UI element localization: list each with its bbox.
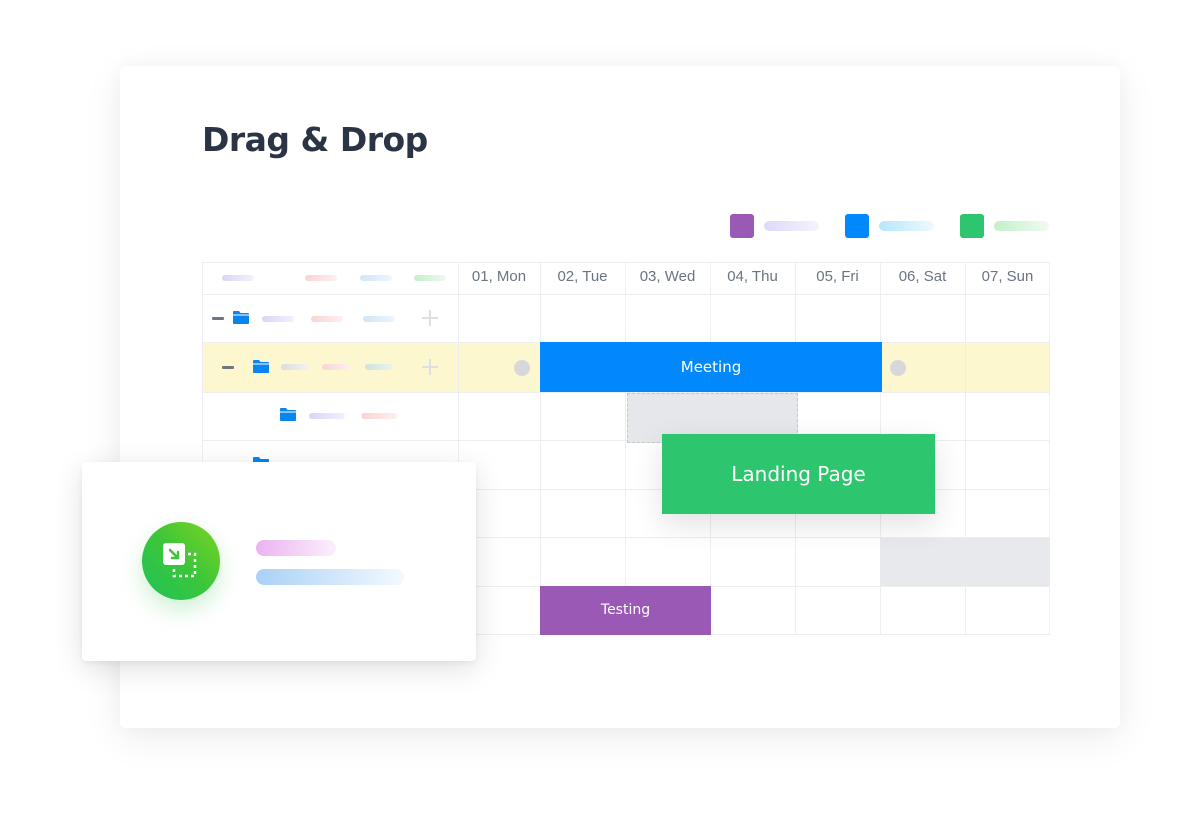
legend-swatch-blue (845, 214, 869, 238)
popup-title-placeholder (256, 540, 336, 556)
legend-swatch-green (960, 214, 984, 238)
column-header-placeholder (305, 275, 337, 281)
column-header-placeholder (360, 275, 392, 281)
legend-label-placeholder (879, 221, 934, 231)
task-field-placeholder (311, 316, 343, 322)
task-name-placeholder (309, 413, 345, 419)
drag-drop-icon (163, 543, 197, 578)
day-header-wed: 03, Wed (639, 268, 696, 285)
legend-swatch-purple (730, 214, 754, 238)
drag-drop-badge (142, 522, 220, 600)
add-subtask-icon[interactable] (422, 310, 438, 326)
day-header-mon: 01, Mon (471, 268, 527, 285)
popup-text-placeholder (256, 569, 404, 585)
event-landing-page-dragging[interactable]: Landing Page (662, 434, 935, 514)
page-title: Drag & Drop (202, 120, 428, 159)
day-header-tue: 02, Tue (557, 268, 608, 285)
collapse-icon[interactable] (212, 317, 224, 320)
folder-icon (233, 311, 249, 324)
legend-label-placeholder (994, 221, 1049, 231)
task-field-placeholder (361, 413, 397, 419)
day-header-sat: 06, Sat (898, 268, 947, 285)
folder-icon (280, 408, 296, 421)
task-field-placeholder (322, 364, 350, 370)
legend-label-placeholder (764, 221, 819, 231)
column-header-placeholder (222, 275, 254, 281)
task-field-placeholder (363, 316, 395, 322)
resize-handle-left[interactable] (514, 360, 530, 376)
ghost-event (880, 538, 1050, 586)
day-header-sun: 07, Sun (981, 268, 1034, 285)
event-testing[interactable]: Testing (540, 586, 711, 635)
folder-icon (253, 360, 269, 373)
day-header-thu: 04, Thu (727, 268, 778, 285)
day-header-fri: 05, Fri (816, 268, 859, 285)
task-name-placeholder (262, 316, 294, 322)
task-field-placeholder (365, 364, 393, 370)
collapse-icon[interactable] (222, 366, 234, 369)
resize-handle-right[interactable] (890, 360, 906, 376)
feature-popup-card (82, 462, 476, 661)
add-subtask-icon[interactable] (422, 359, 438, 375)
event-meeting[interactable]: Meeting (540, 342, 882, 392)
column-header-placeholder (414, 275, 446, 281)
task-name-placeholder (281, 364, 309, 370)
